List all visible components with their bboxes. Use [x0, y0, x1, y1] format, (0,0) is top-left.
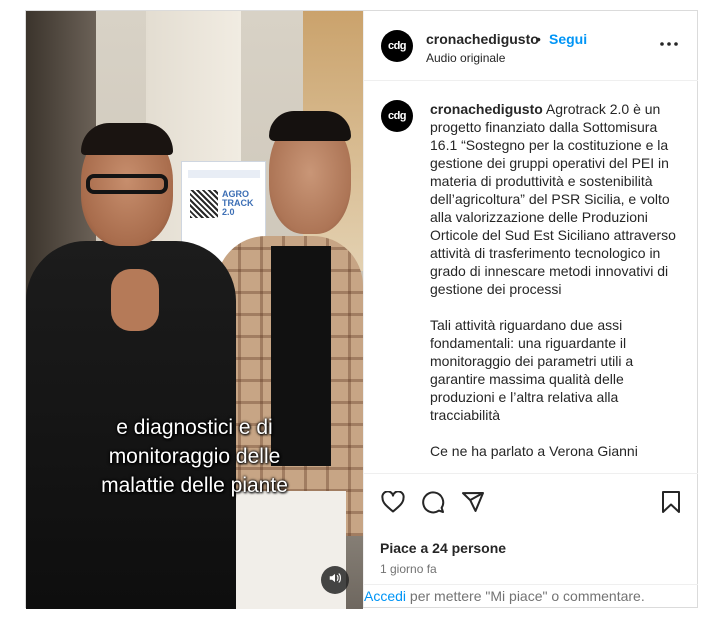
avatar[interactable]: cdg: [381, 100, 413, 132]
likes-count[interactable]: Piace a 24 persone: [380, 540, 506, 556]
avatar[interactable]: cdg: [381, 30, 413, 62]
more-options-icon[interactable]: [659, 34, 679, 54]
post-side-panel: cdg cronachedigusto • Segui Audio origin…: [363, 11, 698, 607]
man-left-hand: [111, 269, 159, 331]
poster-title: AGRO TRACK 2.0: [222, 189, 254, 217]
instagram-embed: AGRO TRACK 2.0 e diagnostici e di monito…: [25, 10, 698, 609]
username-link[interactable]: cronachedigusto: [426, 31, 539, 47]
poster-qr-code: [190, 190, 218, 218]
follow-button[interactable]: Segui: [549, 31, 587, 47]
caption-username[interactable]: cronachedigusto: [430, 101, 543, 117]
post-caption: cronachedigusto Agrotrack 2.0 è un proge…: [430, 100, 682, 460]
separator-dot: •: [536, 31, 541, 47]
login-prompt: Accedi per mettere "Mi piace" o commenta…: [364, 584, 698, 608]
sound-toggle-button[interactable]: [321, 566, 349, 594]
heart-icon[interactable]: [380, 489, 406, 515]
video-player[interactable]: AGRO TRACK 2.0 e diagnostici e di monito…: [26, 11, 363, 609]
caption-body: Agrotrack 2.0 è un progetto finanziato d…: [430, 101, 676, 459]
comment-icon[interactable]: [420, 489, 446, 515]
audio-link[interactable]: Audio originale: [426, 51, 505, 65]
share-icon[interactable]: [460, 489, 486, 515]
post-header: cdg cronachedigusto • Segui Audio origin…: [364, 11, 698, 81]
poster-header-bar: [188, 170, 260, 178]
login-link[interactable]: Accedi: [364, 588, 406, 604]
bookmark-icon[interactable]: [658, 489, 684, 515]
man-left-hair: [81, 123, 173, 155]
post-date[interactable]: 1 giorno fa: [380, 562, 437, 576]
speaker-icon: [328, 571, 342, 590]
post-actions: Piace a 24 persone 1 giorno fa Accedi pe…: [364, 473, 698, 607]
login-prompt-text: per mettere "Mi piace" o commentare.: [406, 588, 645, 604]
caption-scroll-area[interactable]: cdg cronachedigusto Agrotrack 2.0 è un p…: [364, 82, 698, 472]
video-caption: e diagnostici e di monitoraggio delle ma…: [101, 416, 288, 497]
man-left-glasses: [86, 174, 168, 194]
man-right-hair: [269, 111, 351, 141]
